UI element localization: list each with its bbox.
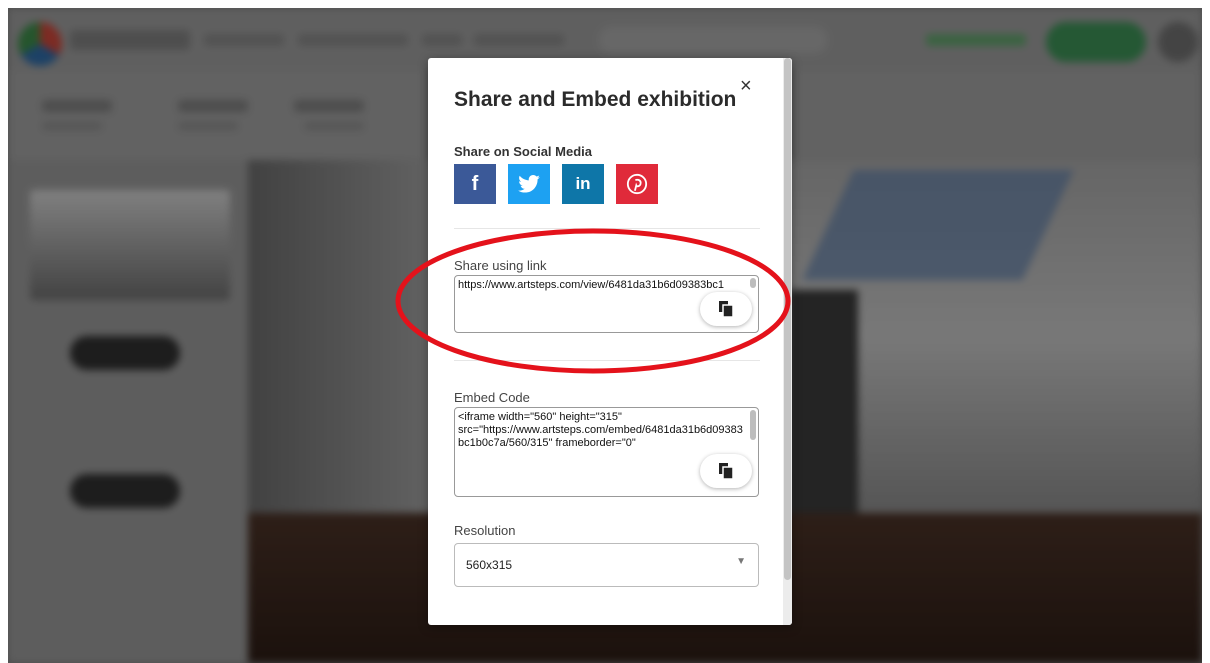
chevron-down-icon: ▼ — [736, 556, 746, 567]
pinterest-share-button[interactable] — [616, 164, 658, 204]
dialog-title: Share and Embed exhibition — [454, 88, 737, 111]
linkedin-share-button[interactable]: in — [562, 164, 604, 204]
twitter-icon — [518, 175, 540, 193]
highlight-ellipse — [395, 228, 791, 374]
embed-code-field[interactable]: <iframe width="560" height="315" src="ht… — [454, 407, 759, 497]
copy-icon — [719, 463, 733, 479]
copy-embed-button[interactable] — [700, 454, 752, 488]
social-heading: Share on Social Media — [454, 144, 592, 159]
field-scrollbar[interactable] — [750, 410, 756, 440]
resolution-value: 560x315 — [466, 558, 513, 572]
embed-code-label: Embed Code — [454, 390, 530, 405]
twitter-share-button[interactable] — [508, 164, 550, 204]
close-icon[interactable]: × — [740, 76, 752, 96]
embed-code-value[interactable]: <iframe width="560" height="315" src="ht… — [458, 411, 748, 450]
linkedin-icon: in — [575, 174, 591, 193]
facebook-share-button[interactable]: f — [454, 164, 496, 204]
pinterest-icon — [626, 173, 648, 195]
resolution-select[interactable]: 560x315 ▼ — [454, 543, 759, 587]
resolution-label: Resolution — [454, 523, 516, 538]
facebook-icon: f — [471, 172, 479, 195]
